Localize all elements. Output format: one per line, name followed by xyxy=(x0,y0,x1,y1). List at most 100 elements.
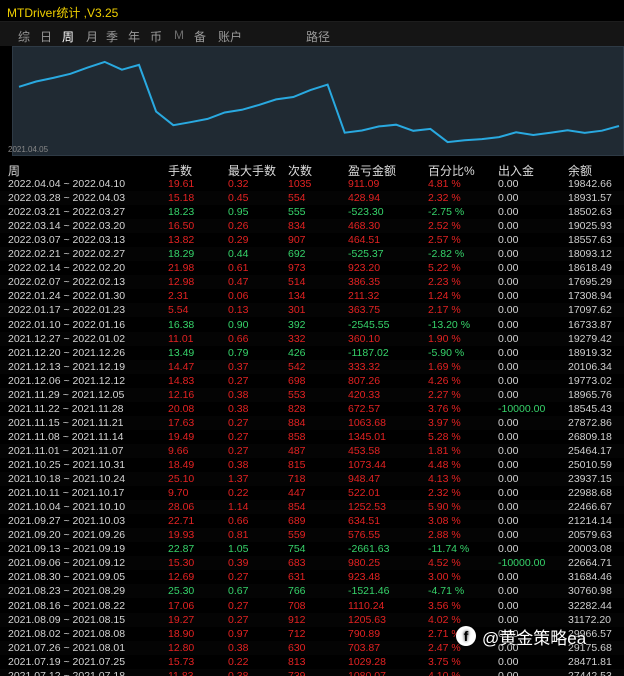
table-row[interactable]: 2022.01.10 ~ 2022.01.16 16.38 0.90 392 -2545… xyxy=(0,318,624,332)
pnl-cell: 468.30 xyxy=(348,220,381,233)
pnl-cell: 420.33 xyxy=(348,388,381,401)
week-cell: 2021.10.11 ~ 2021.10.17 xyxy=(8,487,125,500)
table-row[interactable]: 2021.11.29 ~ 2021.12.05 12.16 0.38 553 420.3… xyxy=(0,387,624,402)
trades-cell: 301 xyxy=(288,304,306,317)
percent-cell: 4.26 % xyxy=(428,374,461,387)
tab-9[interactable]: 账户 xyxy=(218,28,242,45)
table-row[interactable]: 2022.02.07 ~ 2022.02.13 12.98 0.47 514 386.3… xyxy=(0,275,624,290)
pnl-cell: 980.25 xyxy=(348,557,381,570)
week-cell: 2021.11.22 ~ 2021.11.28 xyxy=(8,402,124,415)
table-row[interactable]: 2021.12.06 ~ 2021.12.12 14.83 0.27 698 807.2… xyxy=(0,374,624,388)
balance-cell: 19279.42 xyxy=(568,332,612,345)
week-cell: 2021.08.09 ~ 2021.08.15 xyxy=(8,613,126,626)
table-row[interactable]: 2021.11.08 ~ 2021.11.14 19.49 0.27 858 1345.… xyxy=(0,430,624,444)
trades-cell: 542 xyxy=(288,360,306,373)
table-row[interactable]: 2021.10.25 ~ 2021.10.31 18.49 0.38 815 1073.… xyxy=(0,458,624,472)
max-lots-cell: 0.13 xyxy=(228,304,249,317)
table-row[interactable]: 2022.03.14 ~ 2022.03.20 16.50 0.26 834 468.3… xyxy=(0,219,624,234)
lots-cell: 13.49 xyxy=(168,346,195,359)
table-row[interactable]: 2021.11.22 ~ 2021.11.28 20.08 0.38 828 672.5… xyxy=(0,402,624,416)
balance-cell: 18557.63 xyxy=(568,234,612,247)
trades-cell: 712 xyxy=(288,627,306,640)
tab-5[interactable]: 年 xyxy=(128,28,140,45)
deposit-cell: 0.00 xyxy=(498,529,519,542)
pnl-cell: 807.26 xyxy=(348,374,381,387)
percent-cell: 2.52 % xyxy=(428,220,461,233)
table-row[interactable]: 2021.12.27 ~ 2022.01.02 11.01 0.66 332 360.1… xyxy=(0,331,624,346)
tab-0[interactable]: 综 xyxy=(18,28,30,45)
percent-cell: 3.75 % xyxy=(428,655,461,668)
tab-1[interactable]: 日 xyxy=(40,28,52,45)
tab-3[interactable]: 月 xyxy=(86,28,98,45)
deposit-cell: 0.00 xyxy=(498,178,519,190)
balance-cell: 20003.08 xyxy=(568,543,612,556)
table-row[interactable]: 2021.10.18 ~ 2021.10.24 25.10 1.37 718 948.4… xyxy=(0,472,624,487)
max-lots-cell: 0.38 xyxy=(228,459,249,471)
week-cell: 2021.08.16 ~ 2021.08.22 xyxy=(8,599,126,612)
week-cell: 2022.04.04 ~ 2022.04.10 xyxy=(8,178,126,190)
table-row[interactable]: 2021.09.06 ~ 2021.09.12 15.30 0.39 683 980.2… xyxy=(0,556,624,571)
week-cell: 2021.11.29 ~ 2021.12.05 xyxy=(8,388,125,401)
max-lots-cell: 0.29 xyxy=(228,234,249,247)
week-cell: 2022.01.24 ~ 2022.01.30 xyxy=(8,290,126,303)
table-row[interactable]: 2021.08.30 ~ 2021.09.05 12.69 0.27 631 923.4… xyxy=(0,570,624,584)
table-row[interactable]: 2021.07.19 ~ 2021.07.25 15.73 0.22 813 1029.… xyxy=(0,655,624,669)
table-row[interactable]: 2021.08.23 ~ 2021.08.29 25.30 0.67 766 -1521… xyxy=(0,584,624,599)
week-cell: 2021.12.20 ~ 2021.12.26 xyxy=(8,346,126,359)
table-row[interactable]: 2021.11.15 ~ 2021.11.21 17.63 0.27 884 1063.… xyxy=(0,415,624,430)
table-row[interactable]: 2021.10.11 ~ 2021.10.17 9.70 0.22 447 522.01… xyxy=(0,486,624,500)
table-row[interactable]: 2022.02.14 ~ 2022.02.20 21.98 0.61 973 923.2… xyxy=(0,261,624,275)
pnl-cell: 1029.28 xyxy=(348,655,386,668)
table-row[interactable]: 2022.02.21 ~ 2022.02.27 18.29 0.44 692 -525.… xyxy=(0,247,624,262)
table-row[interactable]: 2022.03.07 ~ 2022.03.13 13.82 0.29 907 464.5… xyxy=(0,233,624,247)
percent-cell: 5.90 % xyxy=(428,501,461,514)
week-cell: 2021.09.13 ~ 2021.09.19 xyxy=(8,543,126,556)
percent-cell: 4.10 % xyxy=(428,669,461,676)
table-row[interactable]: 2022.03.28 ~ 2022.04.03 15.18 0.45 554 428.9… xyxy=(0,191,624,206)
max-lots-cell: 0.27 xyxy=(228,374,249,387)
lots-cell: 18.23 xyxy=(168,206,195,219)
table-row[interactable]: 2022.03.21 ~ 2022.03.27 18.23 0.95 555 -523.… xyxy=(0,205,624,219)
table-row[interactable]: 2021.09.20 ~ 2021.09.26 19.93 0.81 559 576.5… xyxy=(0,528,624,543)
deposit-cell: 0.00 xyxy=(498,487,519,500)
percent-cell: 2.57 % xyxy=(428,234,461,247)
table-row[interactable]: 2021.09.13 ~ 2021.09.19 22.87 1.05 754 -2661… xyxy=(0,542,624,556)
table-row[interactable]: 2021.11.01 ~ 2021.11.07 9.66 0.27 487 453.58… xyxy=(0,443,624,458)
balance-cell: 19773.02 xyxy=(568,374,612,387)
max-lots-cell: 0.38 xyxy=(228,402,249,415)
pnl-cell: -2661.63 xyxy=(348,543,390,556)
table-row[interactable]: 2021.07.12 ~ 2021.07.18 11.83 0.38 739 1080.… xyxy=(0,668,624,676)
trades-cell: 683 xyxy=(288,557,306,570)
tab-10[interactable]: 路径 xyxy=(306,28,330,45)
pnl-cell: 1110.24 xyxy=(348,599,385,612)
trades-cell: 447 xyxy=(288,487,306,500)
tab-7[interactable]: M xyxy=(174,28,184,42)
percent-cell: 5.28 % xyxy=(428,430,461,443)
table-row[interactable]: 2021.09.27 ~ 2021.10.03 22.71 0.66 689 634.5… xyxy=(0,514,624,528)
table-row[interactable]: 2021.10.04 ~ 2021.10.10 28.06 1.14 854 1252.… xyxy=(0,500,624,515)
percent-cell: -4.71 % xyxy=(428,585,465,598)
percent-cell: -11.74 % xyxy=(428,543,470,556)
pnl-cell: 363.75 xyxy=(348,304,381,317)
percent-cell: 5.22 % xyxy=(428,262,461,275)
table-row[interactable]: 2021.12.13 ~ 2021.12.19 14.47 0.37 542 333.3… xyxy=(0,359,624,374)
tab-8[interactable]: 备 xyxy=(194,28,206,45)
lots-cell: 12.98 xyxy=(168,276,195,289)
table-row[interactable]: 2021.12.20 ~ 2021.12.26 13.49 0.79 426 -1187… xyxy=(0,346,624,360)
lots-cell: 12.16 xyxy=(168,388,195,401)
table-row[interactable]: 2022.01.24 ~ 2022.01.30 2.31 0.06 134 211.32… xyxy=(0,289,624,303)
lots-cell: 12.69 xyxy=(168,571,195,584)
max-lots-cell: 0.27 xyxy=(228,416,249,429)
table-row[interactable]: 2022.04.04 ~ 2022.04.10 19.61 0.32 1035 911.… xyxy=(0,177,624,191)
table-row[interactable]: 2022.01.17 ~ 2022.01.23 5.54 0.13 301 363.75… xyxy=(0,303,624,318)
tab-2[interactable]: 周 xyxy=(62,28,74,45)
pnl-cell: 1252.53 xyxy=(348,501,386,514)
trades-cell: 854 xyxy=(288,501,306,514)
tab-6[interactable]: 币 xyxy=(150,28,162,45)
tab-4[interactable]: 季 xyxy=(106,28,118,45)
percent-cell: 1.81 % xyxy=(428,444,461,457)
week-cell: 2022.03.21 ~ 2022.03.27 xyxy=(8,206,126,219)
table-row[interactable]: 2021.08.16 ~ 2021.08.22 17.06 0.27 708 1110.… xyxy=(0,599,624,613)
trades-cell: 718 xyxy=(288,473,306,486)
max-lots-cell: 0.44 xyxy=(228,248,249,261)
